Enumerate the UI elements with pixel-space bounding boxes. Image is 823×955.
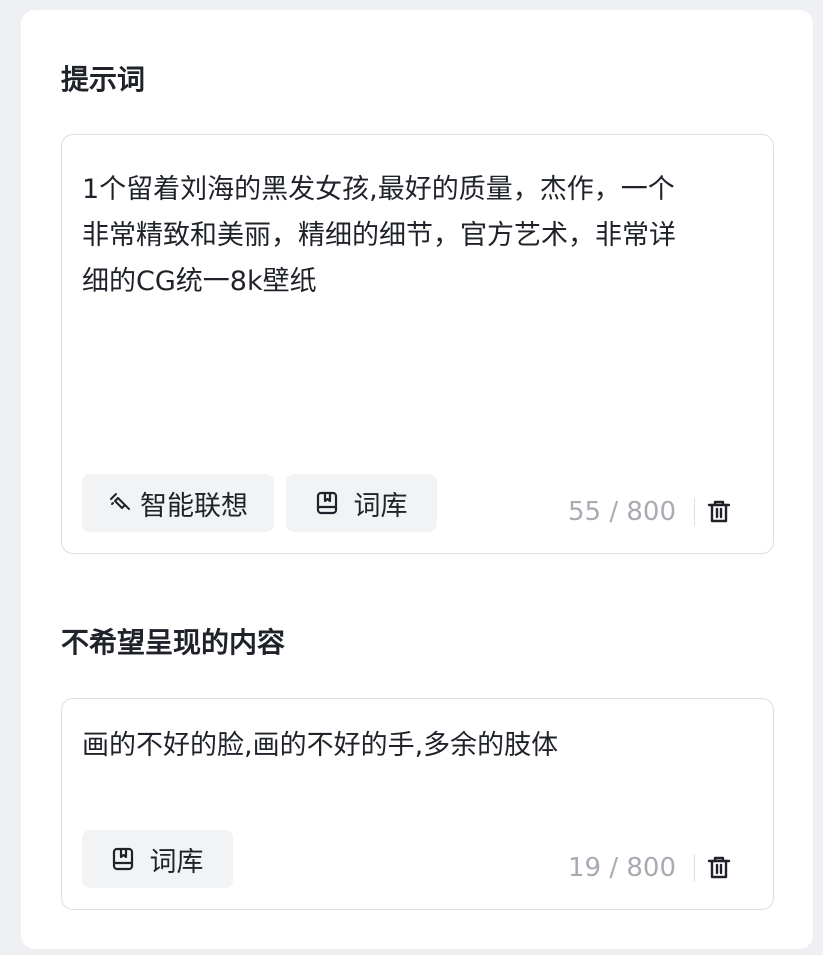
divider <box>694 854 695 882</box>
prompt-clear-button[interactable] <box>707 499 731 525</box>
negative-editor[interactable]: 画的不好的脸,画的不好的手,多余的肢体 词库 19 / 800 <box>61 698 774 910</box>
prompt-library-label: 词库 <box>353 490 408 522</box>
negative-textarea[interactable]: 画的不好的脸,画的不好的手,多余的肢体 <box>82 723 742 769</box>
negative-footer: 19 / 800 <box>568 853 731 883</box>
prompt-textarea[interactable]: 1个留着刘海的黑发女孩,最好的质量，杰作，一个非常精致和美丽，精细的细节，官方艺… <box>82 167 692 305</box>
trash-icon <box>707 856 731 879</box>
smart-association-label: 智能联想 <box>140 490 248 522</box>
smart-association-button[interactable]: 智能联想 <box>82 474 274 532</box>
prompt-editor[interactable]: 1个留着刘海的黑发女孩,最好的质量，杰作，一个非常精致和美丽，精细的细节，官方艺… <box>61 134 774 554</box>
prompt-char-counter: 55 / 800 <box>568 497 676 527</box>
prompt-card: 提示词 1个留着刘海的黑发女孩,最好的质量，杰作，一个非常精致和美丽，精细的细节… <box>21 10 813 949</box>
prompt-footer: 55 / 800 <box>568 497 731 527</box>
negative-char-counter: 19 / 800 <box>568 853 676 883</box>
negative-library-button[interactable]: 词库 <box>82 830 233 888</box>
trash-icon <box>707 500 731 523</box>
negative-section-title: 不希望呈现的内容 <box>61 626 286 659</box>
divider <box>694 498 695 526</box>
book-icon <box>112 847 134 871</box>
magic-wand-icon <box>108 491 132 515</box>
prompt-library-button[interactable]: 词库 <box>286 474 437 532</box>
negative-library-label: 词库 <box>149 846 204 878</box>
negative-clear-button[interactable] <box>707 855 731 881</box>
prompt-section-title: 提示词 <box>61 63 146 96</box>
book-icon <box>316 491 338 515</box>
